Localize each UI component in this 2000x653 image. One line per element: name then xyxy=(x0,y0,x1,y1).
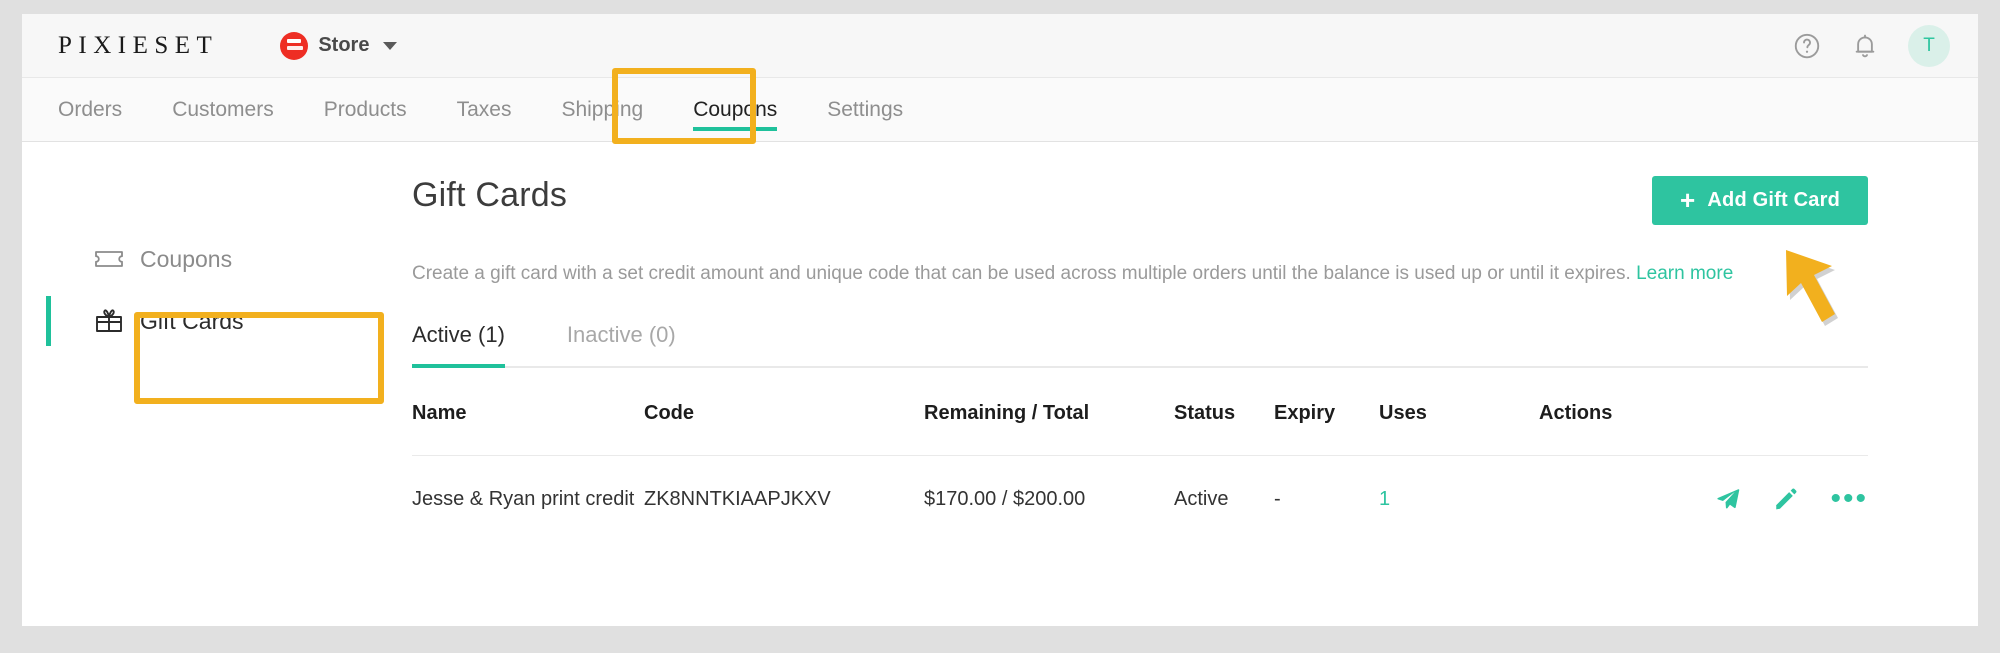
ticket-icon xyxy=(94,244,124,274)
panel-header: Gift Cards + Add Gift Card xyxy=(412,176,1868,225)
cell-actions: ••• xyxy=(1539,454,1868,514)
cell-remaining-total: $170.00 / $200.00 xyxy=(924,454,1174,513)
table-row[interactable]: Jesse & Ryan print credit ZK8NNTKIAAPJKX… xyxy=(412,454,1868,514)
subtab-inactive[interactable]: Inactive (0) xyxy=(567,322,676,366)
tab-products[interactable]: Products xyxy=(299,78,432,141)
tab-taxes[interactable]: Taxes xyxy=(432,78,537,141)
sidebar-item-label-coupons: Coupons xyxy=(140,245,233,272)
send-icon[interactable] xyxy=(1715,486,1741,512)
coupons-sidebar: Coupons Gift Cards xyxy=(22,176,412,626)
gift-card-status-tabs: Active (1) Inactive (0) xyxy=(412,322,1868,368)
add-gift-card-label: Add Gift Card xyxy=(1707,189,1840,211)
description-text: Create a gift card with a set credit amo… xyxy=(412,263,1631,284)
pixieset-store-logo-icon xyxy=(280,31,309,60)
app-window: PIXIESET Store T Orders Customers Produc… xyxy=(22,14,1978,626)
status-badge: Active xyxy=(1174,454,1274,513)
column-header-code: Code xyxy=(644,401,694,424)
column-header-name: Name xyxy=(412,401,467,424)
top-bar-actions: T xyxy=(1792,24,1950,67)
panel-description: Create a gift card with a set credit amo… xyxy=(412,261,1868,288)
table-header: Name Code Remaining / Total Status Expir… xyxy=(412,402,1868,456)
table-body: Jesse & Ryan print credit ZK8NNTKIAAPJKX… xyxy=(412,454,1868,514)
notification-bell-icon[interactable] xyxy=(1850,31,1880,61)
sidebar-item-coupons[interactable]: Coupons xyxy=(22,228,412,290)
sidebar-item-label-gift-cards: Gift Cards xyxy=(140,307,244,334)
learn-more-link[interactable]: Learn more xyxy=(1636,263,1733,284)
add-gift-card-button[interactable]: + Add Gift Card xyxy=(1652,176,1868,225)
column-header-uses: Uses xyxy=(1379,401,1427,424)
column-header-remaining-total: Remaining / Total xyxy=(924,401,1090,424)
uses-link[interactable]: 1 xyxy=(1379,488,1390,510)
tab-shipping[interactable]: Shipping xyxy=(536,78,668,141)
page-body: Coupons Gift Cards Gift Cards + Add Gift… xyxy=(22,142,1978,626)
cell-code: ZK8NNTKIAAPJKXV xyxy=(644,454,924,513)
tab-settings[interactable]: Settings xyxy=(802,78,928,141)
cell-name: Jesse & Ryan print credit xyxy=(412,454,644,513)
sidebar-item-gift-cards[interactable]: Gift Cards xyxy=(22,290,412,352)
store-switcher[interactable]: Store xyxy=(280,31,398,60)
subtab-active[interactable]: Active (1) xyxy=(412,322,505,368)
column-header-actions: Actions xyxy=(1539,401,1613,424)
gift-card-icon xyxy=(94,306,124,336)
store-nav-tabs: Orders Customers Products Taxes Shipping… xyxy=(22,78,1978,142)
plus-icon: + xyxy=(1680,185,1696,216)
store-switcher-label: Store xyxy=(318,34,370,56)
pixieset-logo[interactable]: PIXIESET xyxy=(58,32,218,60)
chevron-down-icon xyxy=(383,41,398,50)
column-header-status: Status xyxy=(1174,401,1236,424)
tab-customers[interactable]: Customers xyxy=(147,78,299,141)
edit-pencil-icon[interactable] xyxy=(1773,486,1799,512)
help-circle-icon[interactable] xyxy=(1792,31,1822,61)
tab-orders[interactable]: Orders xyxy=(58,78,147,141)
more-options-icon[interactable]: ••• xyxy=(1830,484,1868,514)
top-bar: PIXIESET Store T xyxy=(22,14,1978,78)
gift-cards-table: Name Code Remaining / Total Status Expir… xyxy=(412,402,1868,514)
gift-cards-panel: Gift Cards + Add Gift Card Create a gift… xyxy=(412,176,1978,626)
table-header-row: Name Code Remaining / Total Status Expir… xyxy=(412,402,1868,456)
page-title: Gift Cards xyxy=(412,176,568,214)
column-header-expiry: Expiry xyxy=(1274,401,1336,424)
avatar[interactable]: T xyxy=(1908,24,1950,67)
tab-coupons[interactable]: Coupons xyxy=(668,78,802,141)
cell-expiry: - xyxy=(1274,454,1379,513)
